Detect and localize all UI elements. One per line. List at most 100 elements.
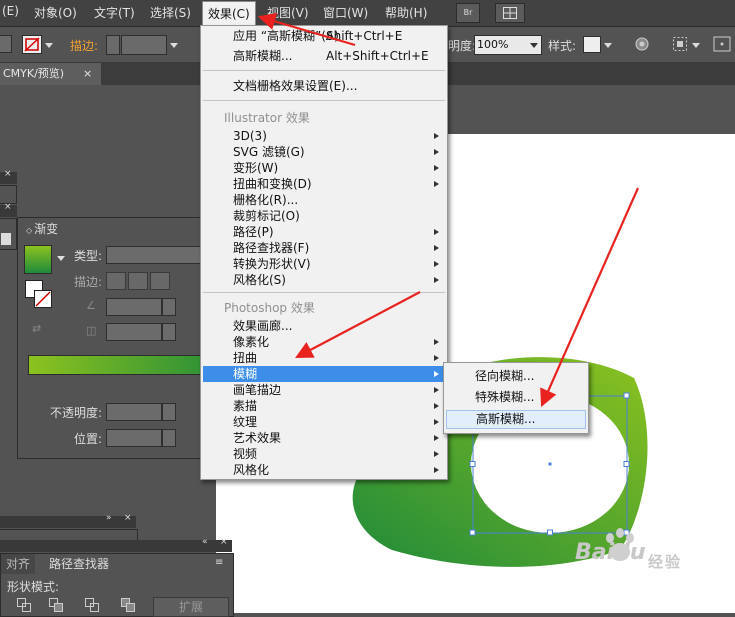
fill-dropdown[interactable] [0,35,12,53]
close-icon[interactable]: × [4,202,12,212]
tab-gradient-label: 渐变 [34,222,59,236]
menu-item-crop-marks[interactable]: 裁剪标记(O) [203,208,445,224]
menu-item-radial-blur[interactable]: 径向模糊... [446,367,586,385]
tab-pathfinder[interactable]: 路径查找器 [44,554,115,574]
menu-item-label: 高斯模糊... [233,49,293,63]
menu-item-gaussian-blur[interactable]: 高斯模糊... [446,410,586,429]
menu-item-shortcut: Shift+Ctrl+E [326,29,403,43]
menu-item-artistic[interactable]: 艺术效果 [203,430,445,446]
submenu-arrow-icon [434,451,439,457]
expand-arrows-icon: ◇ [26,226,33,235]
menu-item-pathfinder[interactable]: 路径查找器(F) [203,240,445,256]
menu-type[interactable]: 文字(T) [94,4,135,21]
menu-object[interactable]: 对象(O) [34,4,77,21]
transform-icon[interactable] [713,36,731,52]
angle-dropdown[interactable] [162,298,176,316]
effect-menu: 应用 “高斯模糊”(A) Shift+Ctrl+E 高斯模糊... Alt+Sh… [200,25,448,480]
align-selection-icon[interactable] [672,36,688,52]
menu-item-stylize-photoshop[interactable]: 风格化 [203,462,445,478]
stop-opacity-input[interactable] [106,403,162,421]
menu-item-video[interactable]: 视频 [203,446,445,462]
close-icon[interactable]: × [124,513,132,523]
menu-view[interactable]: 视图(V) [267,4,309,21]
stop-opacity-dropdown[interactable] [162,403,176,421]
menu-item-path[interactable]: 路径(P) [203,224,445,240]
tab-gradient[interactable]: ◇ 渐变 [21,219,64,239]
angle-input[interactable] [106,298,162,316]
arrange-documents-button[interactable] [495,3,525,23]
stop-location-input[interactable] [106,429,162,447]
stroke-weight-dropdown-arrow[interactable] [170,43,178,48]
menu-item-pixelate[interactable]: 像素化 [203,334,445,350]
close-icon[interactable]: × [83,63,92,85]
menu-separator [203,292,445,293]
menu-item-distort[interactable]: 扭曲 [203,350,445,366]
stroke-weight-input[interactable] [121,35,167,55]
menu-item-effect-gallery[interactable]: 效果画廊... [203,318,445,334]
bridge-button[interactable]: Br [456,3,480,23]
stroke-mode-3-button[interactable] [150,272,170,290]
stop-location-dropdown[interactable] [162,429,176,447]
menu-item-apply-last-effect[interactable]: 应用 “高斯模糊”(A) Shift+Ctrl+E [203,28,445,44]
collapsed-panel-header[interactable]: × [0,169,17,184]
unite-icon[interactable] [17,598,31,612]
submenu-arrow-icon [434,403,439,409]
menu-item-distort-transform[interactable]: 扭曲和变换(D) [203,176,445,192]
menu-item-last-effect[interactable]: 高斯模糊... Alt+Shift+Ctrl+E [203,48,445,64]
stroke-swatch-small[interactable] [34,290,52,308]
collapsed-panel-header-2[interactable]: × [0,202,17,217]
menu-item-blur[interactable]: 模糊 [203,366,445,382]
recolor-artwork-icon[interactable] [634,36,650,52]
menu-item-svg-filters[interactable]: SVG 滤镜(G) [203,144,445,160]
stroke-weight-stepper[interactable] [106,35,120,55]
menu-item-convert-to-shape[interactable]: 转换为形状(V) [203,256,445,272]
menu-separator [203,70,445,71]
close-icon[interactable]: × [220,537,228,547]
close-icon[interactable]: × [4,169,12,179]
stroke-swatch[interactable] [22,35,42,54]
menu-help[interactable]: 帮助(H) [385,4,427,21]
menu-item-sketch[interactable]: 素描 [203,398,445,414]
aspect-ratio-input[interactable] [106,323,162,341]
menu-item-3d[interactable]: 3D(3) [203,128,445,144]
exclude-icon[interactable] [121,598,135,612]
menu-item-rasterize[interactable]: 栅格化(R)... [203,192,445,208]
tab-align[interactable]: 对齐 [1,554,36,574]
menu-window[interactable]: 窗口(W) [323,4,368,21]
style-dropdown-arrow[interactable] [604,43,612,48]
dock-header[interactable]: » × [0,513,136,528]
collapse-icon[interactable]: » [106,513,112,523]
menu-item-stylize-illustrator[interactable]: 风格化(S) [203,272,445,288]
menu-edit[interactable]: (E) [2,4,19,18]
gradient-preview-swatch[interactable] [24,245,52,274]
menu-item-texture[interactable]: 纹理 [203,414,445,430]
stroke-mode-2-button[interactable] [128,272,148,290]
menu-item-warp[interactable]: 变形(W) [203,160,445,176]
stroke-label[interactable]: 描边: [70,37,98,54]
no-stroke-icon [35,291,51,307]
minus-front-icon[interactable] [49,598,63,612]
stroke-dropdown-arrow[interactable] [45,43,53,48]
document-tab-title: CMYK/预览) [3,67,65,80]
gradient-preview-dropdown-arrow[interactable] [57,256,65,261]
align-dropdown-arrow[interactable] [692,43,700,48]
reverse-gradient-icon[interactable]: ⇄ [32,322,41,335]
intersect-icon[interactable] [85,598,99,612]
document-tab[interactable]: CMYK/预览) × [0,63,101,85]
style-swatch[interactable] [583,36,601,53]
opacity-dropdown-arrow[interactable] [530,43,538,48]
pathfinder-dock-header[interactable]: « × [0,537,232,552]
style-label: 样式: [548,39,577,53]
menu-item-smart-blur[interactable]: 特殊模糊... [446,388,586,406]
center-point [548,462,552,466]
menu-select[interactable]: 选择(S) [150,4,191,21]
panel-menu-icon[interactable]: ≡ [215,557,223,568]
menu-item-raster-settings[interactable]: 文档栅格效果设置(E)... [203,78,445,94]
stroke-mode-1-button[interactable] [106,272,126,290]
expand-button[interactable]: 扩展 [153,597,229,617]
menu-effect[interactable]: 效果(C) [202,1,256,27]
menu-item-brush-strokes[interactable]: 画笔描边 [203,382,445,398]
submenu-arrow-icon [434,165,439,171]
aspect-ratio-dropdown[interactable] [162,323,176,341]
collapse-icon[interactable]: « [202,537,208,547]
